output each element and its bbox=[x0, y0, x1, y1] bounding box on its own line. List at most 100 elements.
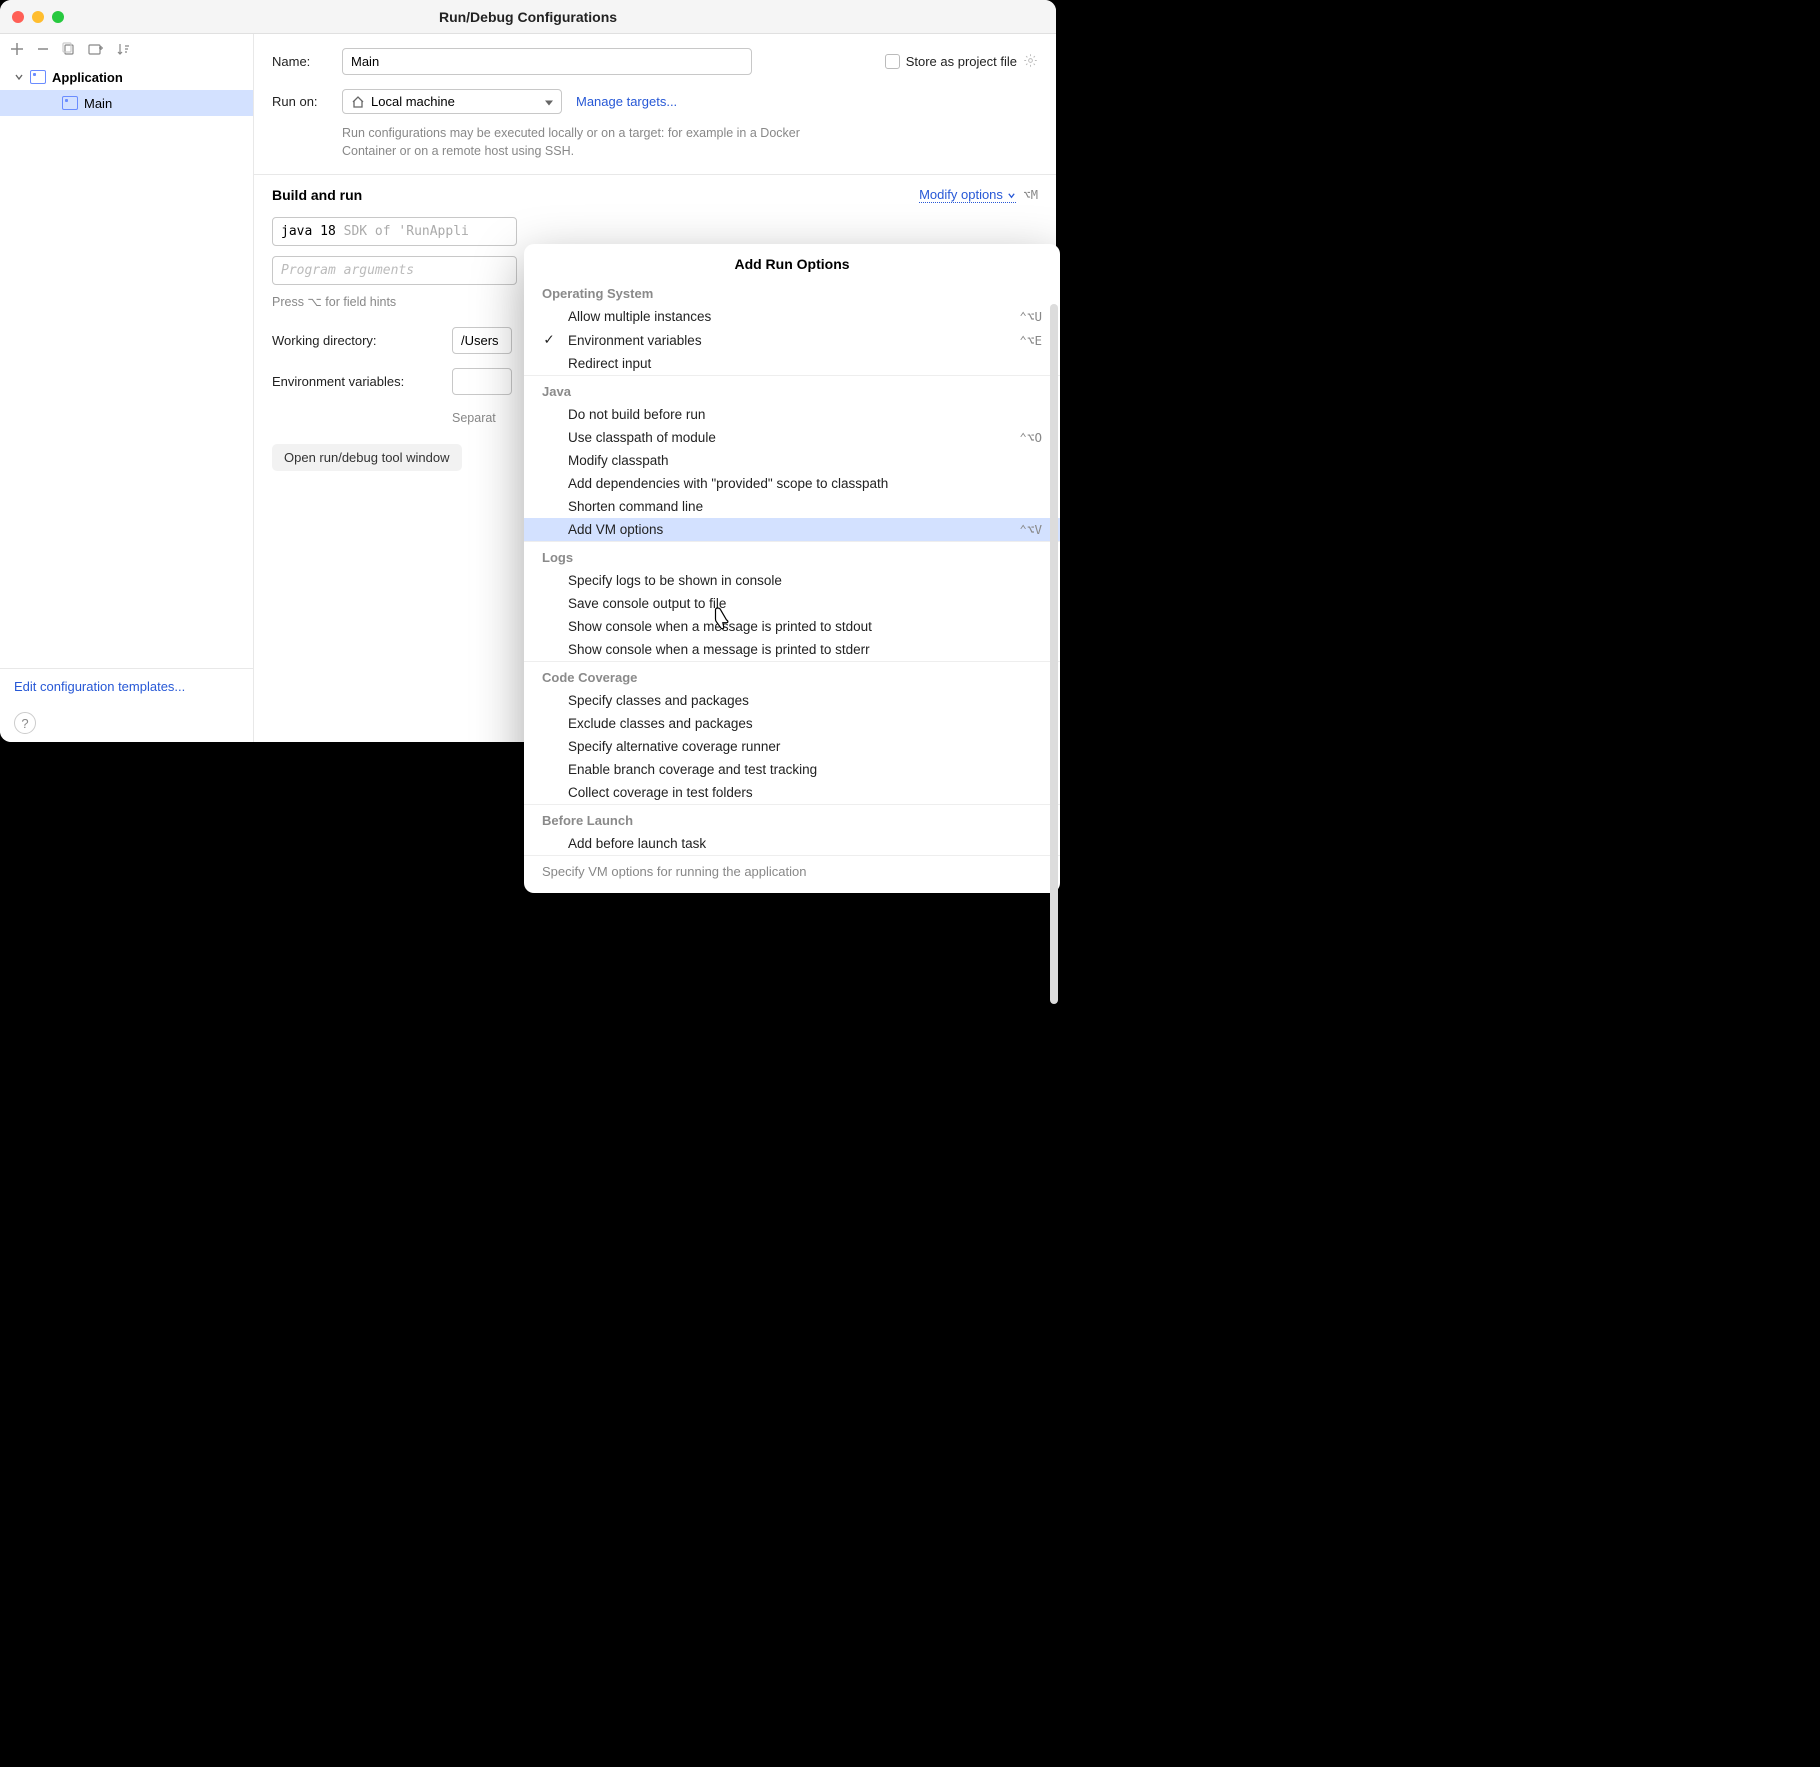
check-icon: ✓ bbox=[542, 332, 556, 348]
menu-item[interactable]: Modify classpath bbox=[524, 449, 1060, 472]
menu-item[interactable]: ✓ Environment variables ⌃⌥E bbox=[524, 328, 1060, 352]
copy-icon[interactable] bbox=[62, 42, 76, 56]
run-on-value: Local machine bbox=[371, 94, 455, 109]
chevron-down-icon bbox=[1007, 191, 1016, 200]
window-controls bbox=[12, 11, 64, 23]
menu-item[interactable]: Allow multiple instances ⌃⌥U bbox=[524, 305, 1060, 328]
config-tree: Application Main bbox=[0, 64, 253, 668]
menu-item[interactable]: Shorten command line bbox=[524, 495, 1060, 518]
add-run-options-popup: Add Run Options Operating SystemAllow mu… bbox=[524, 244, 1060, 893]
application-icon bbox=[62, 96, 78, 110]
menu-item-label: Save console output to file bbox=[564, 596, 1034, 611]
sort-icon[interactable] bbox=[116, 42, 130, 56]
popup-group-header: Operating System bbox=[524, 278, 1060, 305]
menu-item-label: Collect coverage in test folders bbox=[564, 785, 1034, 800]
modify-options-shortcut: ⌥M bbox=[1024, 188, 1038, 202]
menu-item-label: Add before launch task bbox=[564, 836, 1034, 851]
menu-item-label: Specify alternative coverage runner bbox=[564, 739, 1034, 754]
menu-item[interactable]: Save console output to file bbox=[524, 592, 1060, 615]
menu-item-label: Specify logs to be shown in console bbox=[564, 573, 1034, 588]
name-label: Name: bbox=[272, 54, 332, 69]
tree-node-label: Application bbox=[52, 70, 123, 85]
name-input[interactable] bbox=[342, 48, 752, 75]
manage-targets-link[interactable]: Manage targets... bbox=[576, 94, 677, 109]
help-button[interactable]: ? bbox=[14, 712, 36, 734]
chevron-down-icon bbox=[14, 72, 24, 82]
sidebar-footer: Edit configuration templates... bbox=[0, 668, 253, 704]
menu-item[interactable]: Redirect input bbox=[524, 352, 1060, 375]
checkbox-label: Store as project file bbox=[906, 54, 1017, 69]
menu-item-label: Show console when a message is printed t… bbox=[564, 619, 1034, 634]
sdk-input[interactable]: java 18 SDK of 'RunAppli bbox=[272, 217, 517, 246]
menu-item-shortcut: ⌃⌥U bbox=[1019, 309, 1042, 324]
minimize-window-button[interactable] bbox=[32, 11, 44, 23]
menu-item-label: Enable branch coverage and test tracking bbox=[564, 762, 1034, 777]
menu-item-label: Show console when a message is printed t… bbox=[564, 642, 1034, 657]
popup-group-header: Logs bbox=[524, 541, 1060, 569]
application-icon bbox=[30, 70, 46, 84]
menu-item[interactable]: Add before launch task bbox=[524, 832, 1060, 855]
gear-icon[interactable] bbox=[1023, 53, 1038, 71]
menu-item-label: Exclude classes and packages bbox=[564, 716, 1034, 731]
build-run-section: Build and run Modify options ⌥M bbox=[272, 187, 1038, 203]
popup-footer-hint: Specify VM options for running the appli… bbox=[524, 855, 1060, 883]
run-on-hint: Run configurations may be executed local… bbox=[342, 124, 802, 160]
checkbox-icon bbox=[885, 54, 900, 69]
menu-item-label: Add dependencies with "provided" scope t… bbox=[564, 476, 1034, 491]
section-title-label: Build and run bbox=[272, 187, 362, 203]
menu-item[interactable]: Do not build before run bbox=[524, 403, 1060, 426]
menu-item[interactable]: Use classpath of module ⌃⌥O bbox=[524, 426, 1060, 449]
menu-item-shortcut: ⌃⌥E bbox=[1019, 333, 1042, 348]
menu-item[interactable]: Specify classes and packages bbox=[524, 689, 1060, 712]
popup-title: Add Run Options bbox=[524, 244, 1060, 278]
tree-node-label: Main bbox=[84, 96, 112, 111]
menu-item[interactable]: Exclude classes and packages bbox=[524, 712, 1060, 735]
program-arguments-input[interactable]: Program arguments bbox=[272, 256, 517, 285]
env-vars-input[interactable] bbox=[452, 368, 512, 395]
menu-item-label: Shorten command line bbox=[564, 499, 1034, 514]
titlebar: Run/Debug Configurations bbox=[0, 0, 1056, 34]
working-dir-input[interactable] bbox=[452, 327, 512, 354]
save-template-icon[interactable] bbox=[88, 42, 104, 56]
menu-item-label: Redirect input bbox=[564, 356, 1034, 371]
menu-item-label: Specify classes and packages bbox=[564, 693, 1034, 708]
menu-item[interactable]: Add VM options ⌃⌥V bbox=[524, 518, 1060, 541]
menu-item-shortcut: ⌃⌥O bbox=[1019, 430, 1042, 445]
tree-node-application[interactable]: Application bbox=[0, 64, 253, 90]
store-as-file-checkbox[interactable]: Store as project file bbox=[885, 53, 1038, 71]
popup-group-header: Code Coverage bbox=[524, 661, 1060, 689]
menu-item[interactable]: Collect coverage in test folders bbox=[524, 781, 1060, 804]
menu-item-label: Environment variables bbox=[564, 333, 1011, 348]
menu-item-label: Use classpath of module bbox=[564, 430, 1011, 445]
menu-item[interactable]: Specify alternative coverage runner bbox=[524, 735, 1060, 758]
maximize-window-button[interactable] bbox=[52, 11, 64, 23]
popup-scrollbar[interactable] bbox=[1050, 304, 1058, 1004]
modify-options-link[interactable]: Modify options bbox=[919, 187, 1015, 203]
menu-item-label: Add VM options bbox=[564, 522, 1011, 537]
menu-item-shortcut: ⌃⌥V bbox=[1019, 522, 1042, 537]
menu-item[interactable]: Add dependencies with "provided" scope t… bbox=[524, 472, 1060, 495]
menu-item[interactable]: Show console when a message is printed t… bbox=[524, 638, 1060, 661]
menu-item-label: Allow multiple instances bbox=[564, 309, 1011, 324]
close-window-button[interactable] bbox=[12, 11, 24, 23]
edit-templates-link[interactable]: Edit configuration templates... bbox=[14, 679, 185, 694]
window-title: Run/Debug Configurations bbox=[439, 9, 617, 25]
menu-item-label: Modify classpath bbox=[564, 453, 1034, 468]
sidebar-toolbar bbox=[0, 34, 253, 64]
home-icon bbox=[351, 95, 365, 109]
menu-item[interactable]: Specify logs to be shown in console bbox=[524, 569, 1060, 592]
working-dir-label: Working directory: bbox=[272, 333, 442, 348]
tree-node-main[interactable]: Main bbox=[0, 90, 253, 116]
remove-icon[interactable] bbox=[36, 42, 50, 56]
add-icon[interactable] bbox=[10, 42, 24, 56]
open-tool-window-chip[interactable]: Open run/debug tool window bbox=[272, 444, 462, 471]
config-sidebar: Application Main Edit configuration temp… bbox=[0, 34, 254, 742]
popup-group-header: Java bbox=[524, 375, 1060, 403]
menu-item[interactable]: Enable branch coverage and test tracking bbox=[524, 758, 1060, 781]
env-vars-label: Environment variables: bbox=[272, 374, 442, 389]
menu-item[interactable]: Show console when a message is printed t… bbox=[524, 615, 1060, 638]
run-on-label: Run on: bbox=[272, 89, 332, 109]
menu-item-label: Do not build before run bbox=[564, 407, 1034, 422]
popup-group-header: Before Launch bbox=[524, 804, 1060, 832]
run-on-select[interactable]: Local machine bbox=[342, 89, 562, 114]
